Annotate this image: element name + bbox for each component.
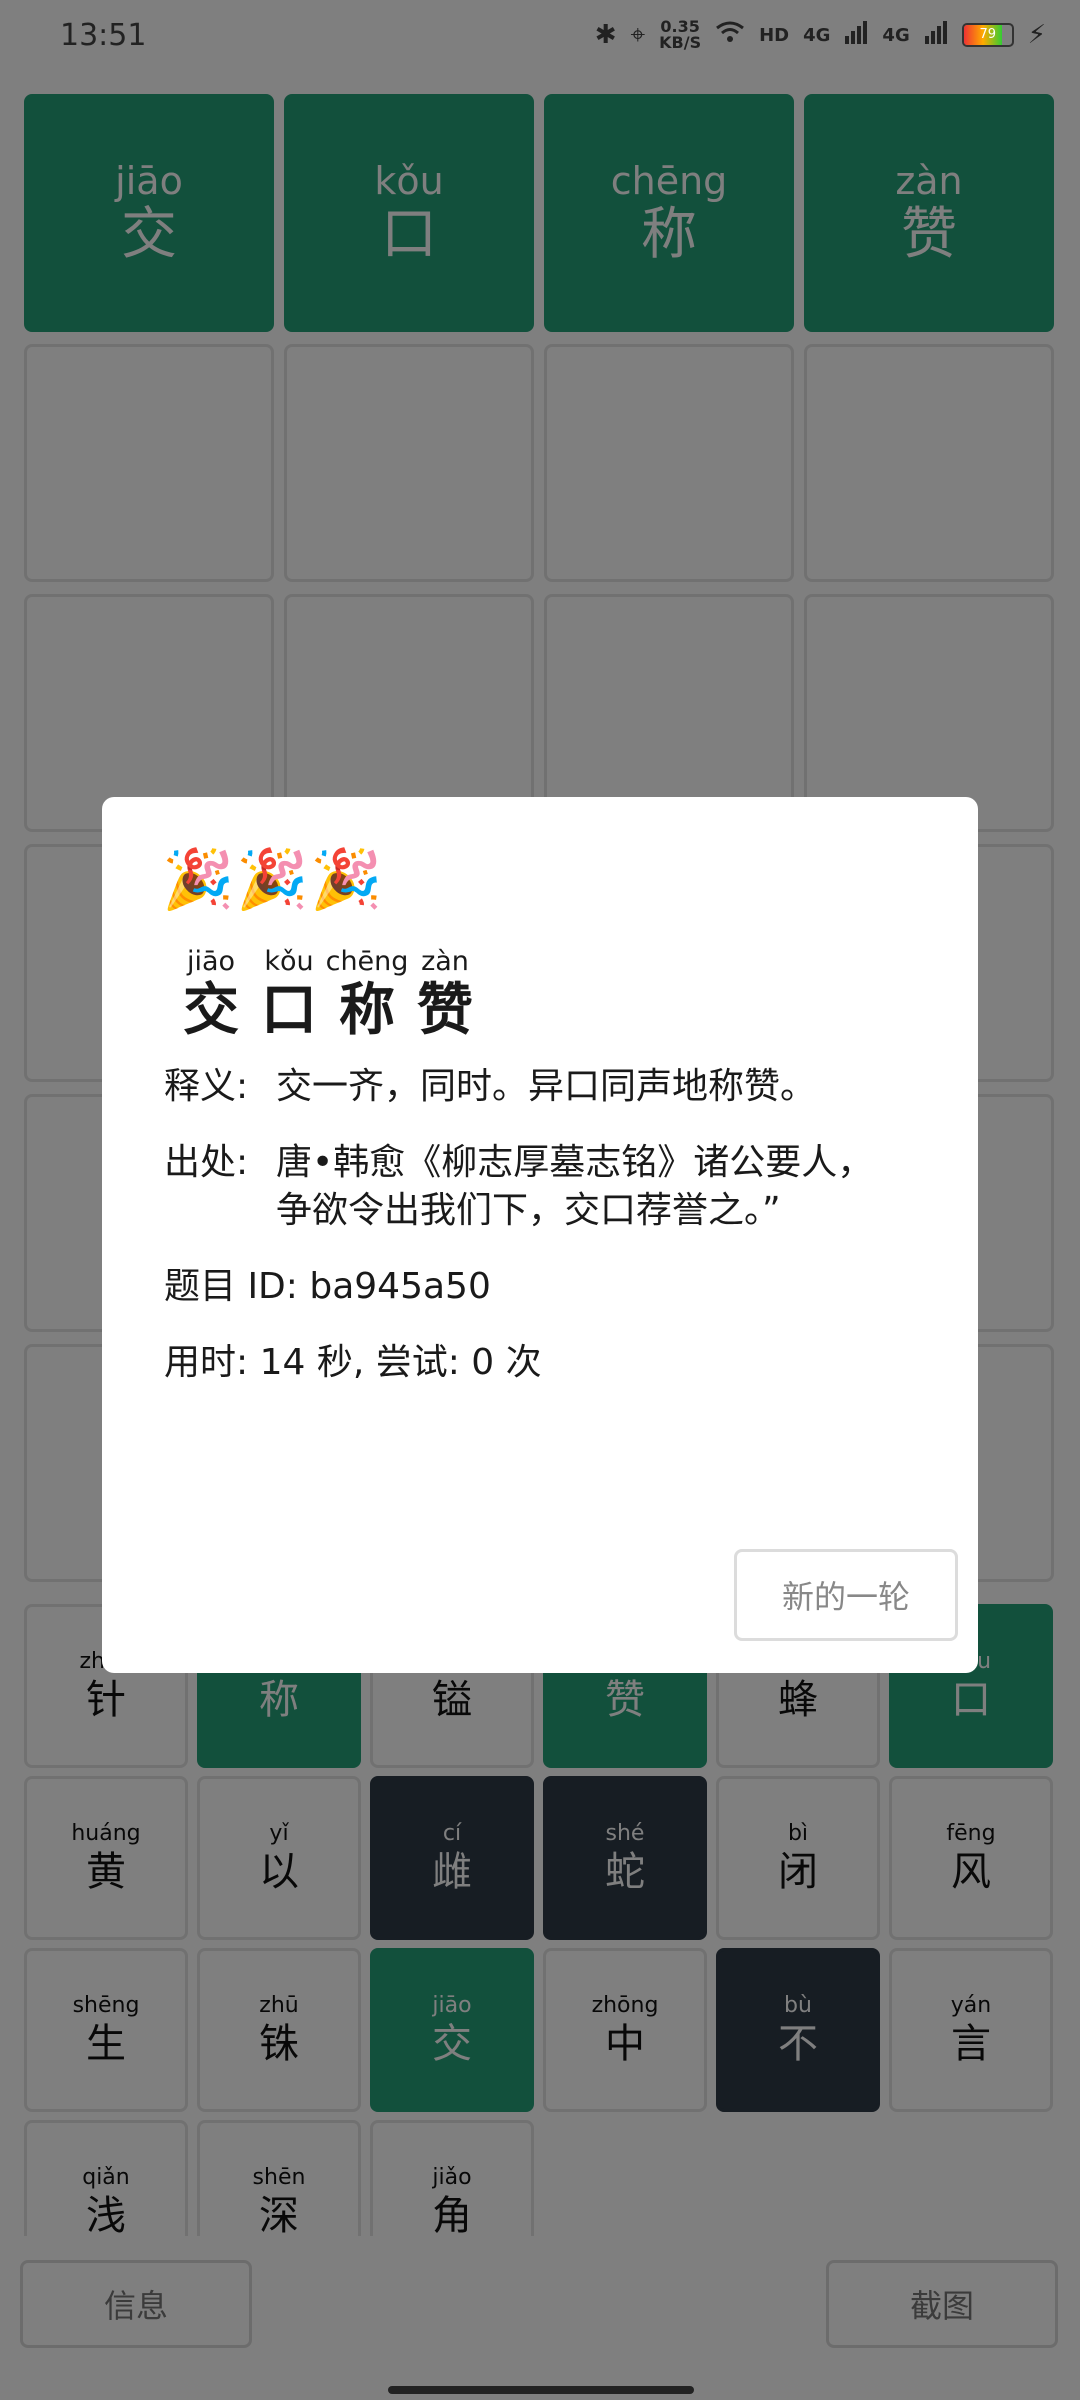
new-round-button[interactable]: 新的一轮 [734,1549,958,1641]
idiom-pinyin: kǒu [264,946,314,977]
idiom-pinyin: zàn [421,946,469,977]
time-attempts: 用时: 14 秒, 尝试: 0 次 [164,1342,542,1383]
hd-indicator: HD [759,24,790,46]
network-speed: 0.35 KB/S [659,19,701,51]
status-time: 13:51 [60,17,147,53]
idiom-info: 释义: 交一齐，同时。异口同声地称赞。 出处: 唐•韩愈《柳志厚墓志铭》诸公要人… [164,1063,904,1415]
battery-level: 79 [979,27,996,42]
home-indicator[interactable] [388,2386,694,2394]
signal-icon-2 [924,20,948,51]
meaning-text: 交一齐，同时。异口同声地称赞。 [276,1066,817,1107]
idiom-pinyin: chēng [325,946,409,977]
idiom-hanzi: 口 [261,978,317,1043]
wifi-icon [715,20,745,51]
status-bar: 13:51 ✱ ⌖ 0.35 KB/S HD 4G 4G 79 ⚡ [0,0,1080,70]
idiom-hanzi: 称 [339,978,395,1043]
source-line: 出处: 唐•韩愈《柳志厚墓志铭》诸公要人，争欲令出我们下，交口荐誉之。” [164,1139,904,1235]
network-type-1: 4G [803,24,831,46]
idiom-pinyin: jiāo [186,946,236,977]
puzzle-id: 题目 ID: ba945a50 [164,1266,491,1307]
idiom-hanzi: 赞 [417,978,473,1043]
result-dialog: 🎉🎉🎉 jiāo 交 kǒu 口 chēng 称 zàn 赞 释义: 交一齐，同… [102,797,978,1673]
source-text: 唐•韩愈《柳志厚墓志铭》诸公要人，争欲令出我们下，交口荐誉之。” [276,1142,874,1231]
idiom-char: jiāo 交 [174,945,248,1043]
network-type-2: 4G [882,24,910,46]
idiom-char: chēng 称 [326,945,409,1043]
idiom-hanzi: 交 [183,978,239,1043]
network-speed-unit: KB/S [659,33,702,52]
party-popper-icon: 🎉🎉🎉 [162,845,385,913]
meaning-line: 释义: 交一齐，同时。异口同声地称赞。 [164,1063,904,1111]
idiom-answer: jiāo 交 kǒu 口 chēng 称 zàn 赞 [174,945,482,1043]
battery-icon: 79 [961,23,1014,47]
signal-icon [844,20,868,51]
bluetooth-icon: ✱ [594,20,617,50]
source-label: 出处: [164,1142,249,1183]
status-icons: ✱ ⌖ 0.35 KB/S HD 4G 4G 79 ⚡ [595,19,1046,51]
idiom-char: kǒu 口 [252,945,326,1043]
meaning-label: 释义: [164,1066,249,1107]
idiom-char: zàn 赞 [408,945,482,1043]
charging-icon: ⚡ [1027,20,1046,50]
location-icon: ⌖ [630,19,646,50]
